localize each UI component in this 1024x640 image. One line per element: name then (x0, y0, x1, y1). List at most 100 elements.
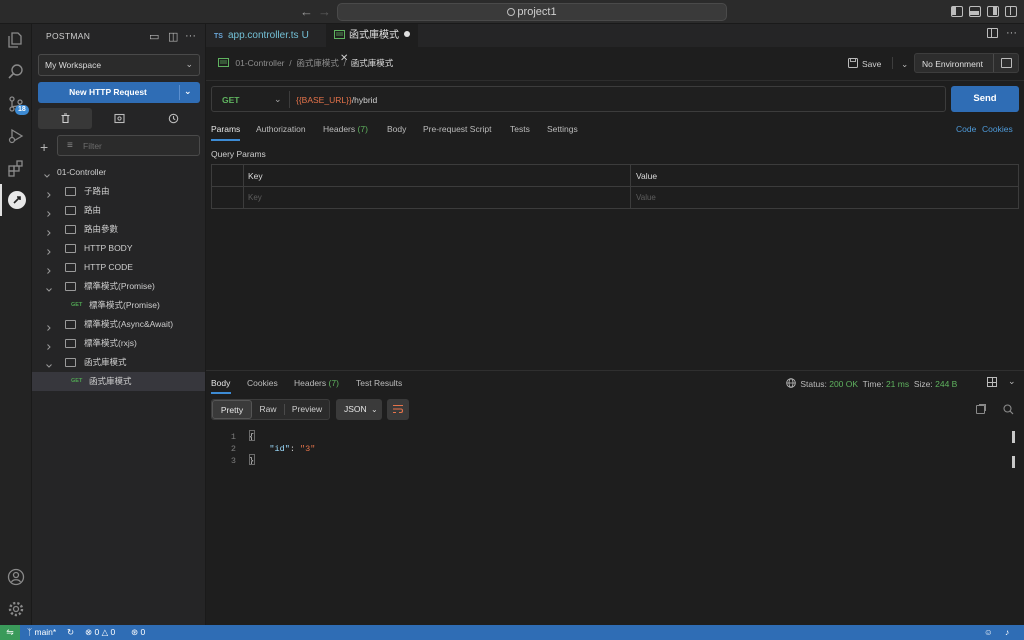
tree-item-label: 標準模式(Async&Await) (84, 319, 174, 329)
folder-icon (65, 339, 76, 348)
time-value: 21 ms (885, 379, 910, 389)
folder-item[interactable]: 路由參數 (32, 220, 205, 239)
breadcrumb-folder[interactable]: 函式庫模式 (296, 58, 339, 68)
toggle-secondary-sidebar-icon[interactable] (987, 6, 999, 17)
tree-item-label: 路由 (84, 205, 102, 215)
arrow-left-icon[interactable]: ← (300, 4, 313, 19)
folder-item[interactable]: 函式庫模式 (32, 353, 205, 372)
folder-item[interactable]: 標準模式(Async&Await) (32, 315, 205, 334)
wrap-lines-button[interactable] (387, 399, 409, 420)
environment-select[interactable]: No Environment (914, 53, 1019, 73)
split-editor-icon[interactable] (987, 28, 998, 38)
scrollbar-marker[interactable] (1012, 456, 1015, 468)
folder-item[interactable]: 路由 (32, 201, 205, 220)
panel-toggle-icon[interactable]: ▭ (149, 30, 159, 43)
git-branch[interactable]: ᛉ main* (27, 626, 56, 639)
folder-item[interactable]: 子路由 (32, 182, 205, 201)
save-button[interactable]: Save ⌄ (848, 57, 908, 70)
chevron-right-icon (45, 187, 53, 198)
more-actions-icon[interactable]: ··· (1006, 27, 1017, 39)
tab-params[interactable]: Params (211, 124, 240, 134)
format-toggle-group: Pretty Raw Preview (211, 399, 330, 420)
toggle-primary-sidebar-icon[interactable] (951, 6, 963, 17)
request-item[interactable]: GET 標準模式(Promise) (32, 296, 205, 315)
explorer-icon[interactable] (0, 24, 32, 56)
param-key-input[interactable]: Key (248, 193, 262, 202)
language-select[interactable]: JSON ⌄ (336, 399, 382, 420)
folder-icon (65, 187, 76, 196)
search-icon[interactable] (0, 56, 32, 88)
param-value-input[interactable]: Value (636, 193, 656, 202)
tab-prerequest-script[interactable]: Pre-request Script (423, 124, 492, 134)
format-pretty[interactable]: Pretty (212, 400, 252, 419)
folder-item[interactable]: 標準模式(Promise) (32, 277, 205, 296)
tree-item-label: 01-Controller (57, 167, 107, 177)
tab-app-controller[interactable]: TS app.controller.ts U (206, 24, 326, 47)
breadcrumb-collection[interactable]: 01-Controller (235, 58, 284, 68)
new-file-icon[interactable]: ◫ (168, 30, 178, 43)
response-tab-body[interactable]: Body (211, 378, 230, 388)
chevron-down-icon[interactable]: ⌄ (901, 59, 908, 69)
format-raw[interactable]: Raw (253, 400, 283, 419)
url-input[interactable]: {{BASE_URL}}/hybrid (296, 95, 377, 105)
time-label: Time: (862, 379, 884, 389)
tab-request[interactable]: 函式庫模式✕ (326, 24, 418, 64)
chevron-down-icon[interactable]: ⌄ (1008, 376, 1016, 387)
tab-body[interactable]: Body (387, 124, 406, 134)
code-link[interactable]: Code (956, 124, 976, 134)
chevron-down-icon[interactable]: ⌄ (274, 94, 282, 105)
error-icon: ⊗ (85, 627, 93, 637)
response-tab-test-results[interactable]: Test Results (356, 378, 402, 388)
add-collection-icon[interactable]: + (40, 139, 48, 155)
command-center-search[interactable]: project1 (337, 3, 727, 21)
cookies-link[interactable]: Cookies (982, 124, 1013, 134)
bell-icon[interactable]: ♪ (1005, 626, 1009, 639)
gear-icon[interactable] (0, 593, 32, 625)
source-control-icon[interactable]: 18 (0, 88, 32, 120)
response-tab-cookies[interactable]: Cookies (247, 378, 278, 388)
request-item[interactable]: GET 函式庫模式 (32, 372, 205, 391)
send-button[interactable]: Send (951, 86, 1019, 112)
accounts-icon[interactable]: ☺ (984, 626, 993, 639)
extensions-icon[interactable] (0, 152, 32, 184)
more-actions-icon[interactable]: ··· (185, 30, 196, 42)
workspace-select[interactable]: My Workspace ⌄ (38, 54, 200, 76)
headers-count: (7) (328, 378, 339, 388)
tab-history[interactable] (146, 108, 200, 129)
tree-item-label: 標準模式(Promise) (84, 281, 155, 291)
filter-input[interactable]: ≡ Filter (57, 135, 200, 156)
tab-environments[interactable] (92, 108, 146, 129)
response-divider[interactable] (206, 370, 1024, 371)
tab-collections[interactable] (38, 108, 92, 129)
problems-indicator[interactable]: ⊗ 0 △ 0 (85, 626, 115, 639)
toggle-panel-icon[interactable] (969, 6, 981, 17)
status-label: Status: (800, 379, 827, 389)
sync-icon[interactable]: ↻ (67, 626, 74, 639)
format-preview[interactable]: Preview (285, 400, 329, 419)
scrollbar-marker[interactable] (1012, 431, 1015, 443)
tab-authorization[interactable]: Authorization (256, 124, 306, 134)
remote-indicator-icon[interactable]: ⇋ (0, 625, 20, 640)
environment-quicklook-icon[interactable] (1001, 58, 1012, 68)
tab-tests[interactable]: Tests (510, 124, 530, 134)
folder-item[interactable]: HTTP CODE (32, 258, 205, 277)
folder-item[interactable]: 標準模式(rxjs) (32, 334, 205, 353)
postman-icon[interactable] (0, 184, 32, 216)
account-icon[interactable] (0, 561, 32, 593)
customize-layout-icon[interactable] (1005, 6, 1017, 17)
tab-settings[interactable]: Settings (547, 124, 578, 134)
arrow-right-icon[interactable]: → (318, 4, 331, 19)
collection-item[interactable]: 01-Controller (32, 163, 205, 182)
search-icon[interactable] (1003, 404, 1014, 415)
folder-item[interactable]: HTTP BODY (32, 239, 205, 258)
chevron-down-icon[interactable]: ⌄ (184, 86, 192, 97)
ports-indicator[interactable]: ⊛ 0 (131, 626, 145, 639)
tab-headers[interactable]: Headers (7) (323, 124, 368, 134)
layout-icon[interactable] (987, 377, 997, 387)
breadcrumb-request: 函式庫模式 (350, 58, 394, 68)
copy-icon[interactable] (976, 405, 985, 414)
run-debug-icon[interactable] (0, 120, 32, 152)
new-http-request-button[interactable]: New HTTP Request ⌄ (38, 82, 200, 103)
response-tab-headers[interactable]: Headers (7) (294, 378, 339, 388)
method-select[interactable]: GET (222, 95, 239, 105)
